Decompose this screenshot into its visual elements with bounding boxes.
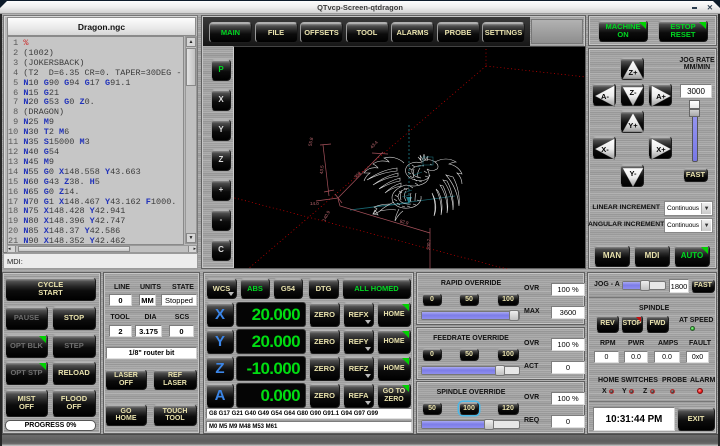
- svg-text:55.8: 55.8: [307, 136, 314, 146]
- svg-text:Z+: Z+: [629, 68, 639, 77]
- svg-text:43.5: 43.5: [319, 165, 325, 175]
- svg-text:Z-: Z-: [629, 88, 637, 97]
- svg-text:A+: A+: [656, 92, 666, 101]
- svg-text:140.9: 140.9: [321, 209, 331, 222]
- svg-text:A-: A-: [601, 92, 609, 101]
- svg-text:Y-: Y-: [629, 169, 637, 178]
- svg-text:200.7: 200.7: [426, 238, 432, 250]
- svg-text:14.0: 14.0: [310, 201, 319, 206]
- svg-text:Y+: Y+: [628, 121, 638, 130]
- svg-text:358: 358: [353, 170, 362, 179]
- svg-text:43.4: 43.4: [369, 139, 379, 149]
- svg-text:X-: X-: [601, 145, 609, 154]
- svg-text:X+: X+: [656, 145, 666, 154]
